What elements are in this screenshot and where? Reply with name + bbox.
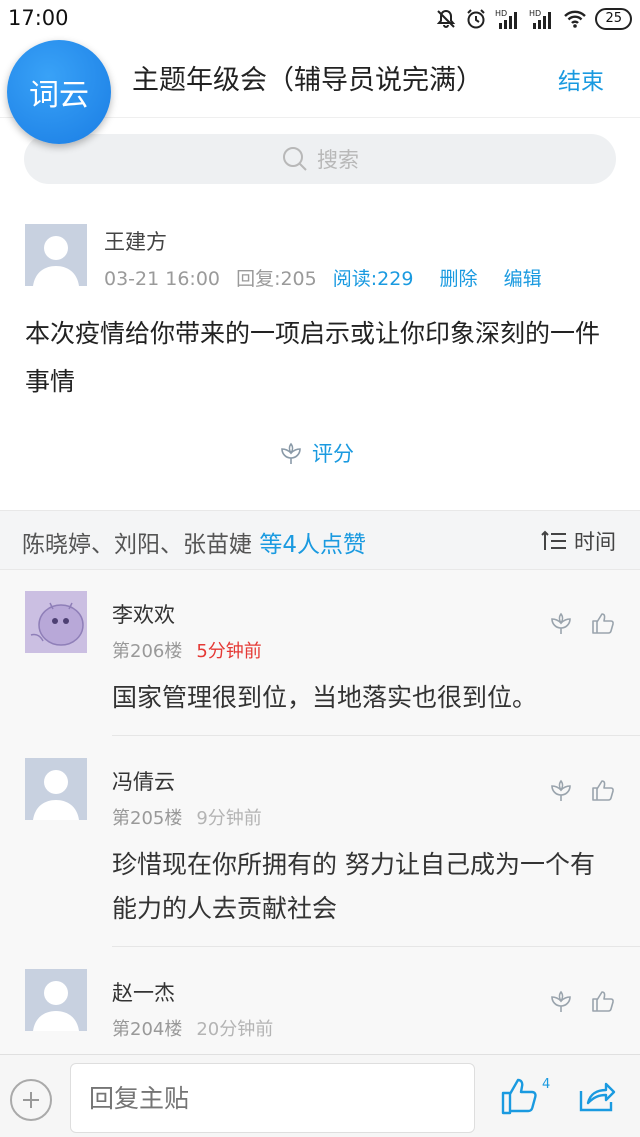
delete-button[interactable]: 删除 bbox=[440, 268, 478, 290]
flower-icon[interactable] bbox=[548, 988, 574, 1014]
signal-hd-icon-1: HD bbox=[495, 9, 518, 29]
reply-floor: 第205楼 9分钟前 bbox=[112, 804, 262, 830]
reply-divider bbox=[112, 735, 640, 736]
likes-bar: 陈晓婷、刘阳、张苗婕 等4人点赞 时间 bbox=[0, 510, 640, 570]
search-input[interactable]: 搜索 bbox=[24, 134, 616, 184]
app-logo[interactable]: 词云 bbox=[7, 40, 111, 144]
search-placeholder: 搜索 bbox=[317, 148, 359, 172]
wifi-icon bbox=[564, 10, 587, 28]
monster-avatar-icon bbox=[25, 591, 87, 653]
alarm-icon bbox=[467, 9, 486, 29]
reply-text: 国家管理很到位，当地落实也很到位。 bbox=[112, 683, 538, 712]
default-avatar-icon bbox=[33, 770, 79, 820]
bell-muted-icon bbox=[437, 9, 456, 28]
rate-button[interactable]: 评分 bbox=[278, 438, 354, 468]
reply-divider bbox=[112, 946, 640, 947]
post-author-avatar[interactable] bbox=[25, 224, 87, 286]
sort-icon bbox=[541, 530, 566, 550]
reply-floor: 第206楼 5分钟前 bbox=[112, 637, 262, 663]
thumbs-up-icon[interactable] bbox=[590, 610, 616, 636]
flower-icon bbox=[281, 442, 301, 464]
flower-icon[interactable] bbox=[548, 777, 574, 803]
reply-item: 冯倩云 第205楼 9分钟前 珍惜现在你所拥有的 努力让自己成为一个有能力的人去贡… bbox=[0, 737, 640, 947]
reply-item: 李欢欢 第206楼 5分钟前 国家管理很到位，当地落实也很到位。 bbox=[0, 570, 640, 736]
thumbs-up-icon[interactable] bbox=[590, 777, 616, 803]
battery-indicator: 25 bbox=[595, 8, 632, 30]
default-avatar-icon bbox=[33, 236, 79, 286]
end-button[interactable]: 结束 bbox=[558, 62, 604, 96]
bottom-bar: 4 bbox=[0, 1054, 640, 1137]
reply-actions bbox=[548, 610, 616, 636]
svg-text:HD: HD bbox=[529, 9, 541, 18]
post-author-name[interactable]: 王建方 bbox=[104, 226, 167, 256]
sort-button[interactable]: 时间 bbox=[540, 526, 616, 556]
svg-text:HD: HD bbox=[495, 9, 507, 18]
plus-icon bbox=[23, 1092, 39, 1108]
reply-item: 赵一杰 第204楼 20分钟前 bbox=[0, 948, 640, 1054]
edit-button[interactable]: 编辑 bbox=[504, 268, 542, 290]
reply-time: 20分钟前 bbox=[196, 1019, 274, 1040]
status-icons: HD HD 25 bbox=[435, 8, 632, 30]
reply-actions bbox=[548, 777, 616, 803]
reply-time: 5分钟前 bbox=[196, 641, 262, 662]
post-date: 03-21 16:00 bbox=[104, 268, 221, 290]
like-thread-icon[interactable] bbox=[500, 1075, 540, 1117]
page-title: 主题年级会（辅导员说完满） bbox=[132, 65, 483, 96]
thumbs-up-icon[interactable] bbox=[590, 988, 616, 1014]
default-avatar-icon bbox=[33, 981, 79, 1031]
reply-floor: 第204楼 20分钟前 bbox=[112, 1015, 273, 1041]
likers-names: 陈晓婷、刘阳、张苗婕 bbox=[22, 532, 252, 558]
reply-list: 李欢欢 第206楼 5分钟前 国家管理很到位，当地落实也很到位。 冯倩云 第205… bbox=[0, 570, 640, 1054]
likes-summary[interactable]: 陈晓婷、刘阳、张苗婕 等4人点赞 bbox=[22, 525, 366, 559]
reply-author[interactable]: 冯倩云 bbox=[112, 766, 175, 796]
flower-icon[interactable] bbox=[548, 610, 574, 636]
post-read-count[interactable]: 阅读:229 bbox=[333, 268, 414, 290]
rate-label: 评分 bbox=[312, 442, 354, 466]
reply-avatar[interactable] bbox=[25, 969, 87, 1031]
signal-hd-icon-2: HD bbox=[529, 9, 552, 29]
reply-author[interactable]: 李欢欢 bbox=[112, 599, 175, 629]
likes-count[interactable]: 等4人点赞 bbox=[259, 532, 366, 558]
post-meta: 03-21 16:00 回复:205 阅读:229 删除 编辑 bbox=[104, 264, 562, 291]
share-icon[interactable] bbox=[578, 1079, 616, 1113]
reply-actions bbox=[548, 988, 616, 1014]
post-reply-count: 回复:205 bbox=[236, 268, 317, 290]
search-icon bbox=[283, 147, 307, 171]
like-count: 4 bbox=[542, 1077, 551, 1092]
post-body: 本次疫情给你带来的一项启示或让你印象深刻的一件事情 bbox=[25, 319, 601, 396]
reply-avatar[interactable] bbox=[25, 758, 87, 820]
sort-label: 时间 bbox=[574, 530, 616, 554]
reply-time: 9分钟前 bbox=[196, 808, 262, 829]
reply-text: 珍惜现在你所拥有的 努力让自己成为一个有能力的人去贡献社会 bbox=[112, 850, 595, 923]
reply-author[interactable]: 赵一杰 bbox=[112, 977, 175, 1007]
reply-input[interactable] bbox=[70, 1063, 475, 1133]
reply-floor-number: 第206楼 bbox=[112, 641, 183, 662]
add-attachment-button[interactable] bbox=[10, 1079, 52, 1121]
reply-floor-number: 第204楼 bbox=[112, 1019, 183, 1040]
status-bar: 17:00 HD HD 25 bbox=[0, 0, 640, 40]
reply-floor-number: 第205楼 bbox=[112, 808, 183, 829]
reply-avatar[interactable] bbox=[25, 591, 87, 653]
status-time: 17:00 bbox=[8, 6, 69, 30]
